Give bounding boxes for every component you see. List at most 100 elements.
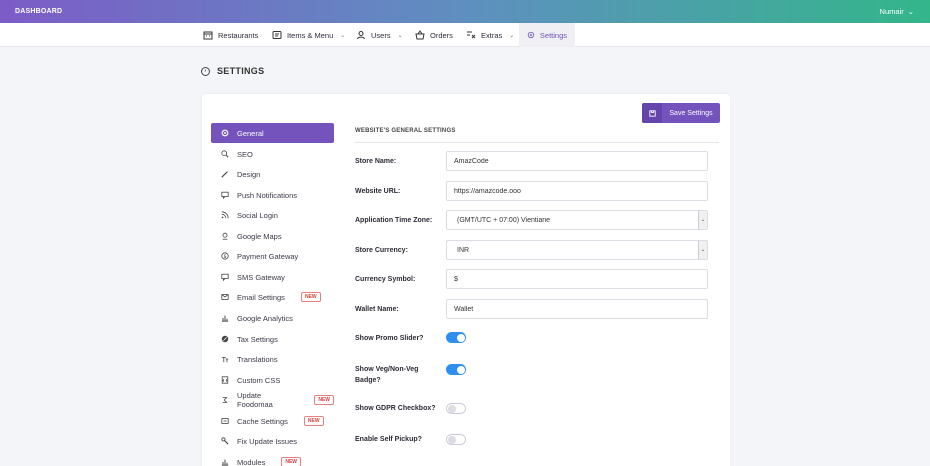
section-title: WEBSITE'S GENERAL SETTINGS bbox=[355, 128, 719, 143]
sidebar-item-update-foodomaa[interactable]: Update Foodomaa NEW bbox=[211, 390, 334, 410]
sidebar-item-social-login[interactable]: Social Login bbox=[211, 205, 334, 225]
nav-extras[interactable]: Extras ⌄ bbox=[466, 23, 514, 47]
store-name-label: Store Name: bbox=[355, 158, 397, 165]
wrench-icon bbox=[221, 437, 229, 445]
nav-orders[interactable]: Orders bbox=[415, 23, 453, 47]
wallet-name-input[interactable] bbox=[446, 299, 708, 319]
message-icon bbox=[221, 191, 229, 199]
page-title-text: SETTINGS bbox=[217, 66, 265, 76]
sidebar-item-label: Push Notifications bbox=[237, 190, 298, 200]
mail-icon bbox=[221, 294, 229, 300]
sidebar-item-payment-gateway[interactable]: $ Payment Gateway bbox=[211, 246, 334, 266]
new-badge: NEW bbox=[314, 395, 334, 405]
nav-settings[interactable]: Settings bbox=[519, 23, 575, 47]
svg-text:$: $ bbox=[224, 254, 227, 260]
sidebar-item-label: Update Foodomaa bbox=[237, 391, 273, 409]
update-icon bbox=[222, 397, 228, 403]
text-icon bbox=[221, 357, 229, 363]
sidebar-item-tax-settings[interactable]: Tax Settings bbox=[211, 329, 334, 349]
veg-badge-toggle[interactable] bbox=[446, 364, 466, 375]
sidebar-item-label: Custom CSS bbox=[237, 375, 281, 385]
sidebar-item-seo[interactable]: SEO bbox=[211, 144, 334, 164]
website-url-label: Website URL: bbox=[355, 188, 401, 195]
sidebar-item-email-settings[interactable]: Email Settings NEW bbox=[211, 287, 334, 307]
dashboard-brand[interactable]: DASHBOARD bbox=[15, 8, 62, 15]
chevron-down-icon: ⌄ bbox=[907, 7, 914, 16]
website-url-input[interactable] bbox=[446, 181, 708, 201]
sidebar-item-sms-gateway[interactable]: SMS Gateway bbox=[211, 267, 334, 287]
nav-items-menu[interactable]: Items & Menu ⌄ bbox=[272, 23, 345, 47]
self-pickup-label: Enable Self Pickup? bbox=[355, 436, 422, 443]
chevron-down-icon: ⌄ bbox=[509, 32, 515, 39]
sidebar-item-cache-settings[interactable]: Cache Settings NEW bbox=[211, 411, 334, 431]
sidebar-item-label: Modules bbox=[237, 457, 266, 466]
gear-icon bbox=[221, 129, 229, 137]
sidebar-item-label: Tax Settings bbox=[237, 334, 278, 344]
dollar-icon: $ bbox=[221, 252, 229, 260]
currency-select[interactable]: INR ⌄ bbox=[446, 240, 708, 260]
user-name: Numair bbox=[879, 7, 904, 16]
rss-icon bbox=[221, 211, 229, 219]
gdpr-toggle[interactable] bbox=[446, 403, 466, 414]
currency-value: INR bbox=[457, 246, 470, 254]
sidebar-item-custom-css[interactable]: Custom CSS bbox=[211, 370, 334, 390]
sidebar-item-label: Cache Settings bbox=[237, 416, 288, 426]
users-icon bbox=[357, 31, 365, 40]
gear-icon bbox=[527, 31, 535, 39]
sidebar-item-google-maps[interactable]: Google Maps bbox=[211, 226, 334, 246]
nav-restaurants[interactable]: Restaurants bbox=[203, 23, 258, 47]
sidebar-item-push-notifications[interactable]: Push Notifications bbox=[211, 185, 334, 205]
sidebar-item-label: SMS Gateway bbox=[237, 272, 285, 282]
cache-icon bbox=[221, 418, 229, 424]
store-name-input[interactable] bbox=[446, 151, 708, 171]
timezone-select[interactable]: (GMT/UTC + 07:00) Vientiane ⌄ bbox=[446, 210, 708, 230]
toggle-knob bbox=[456, 333, 465, 342]
veg-badge-label: Show Veg/Non-Veg Badge? bbox=[355, 366, 419, 384]
sidebar-item-label: Design bbox=[237, 169, 261, 179]
sidebar-item-label: Google Analytics bbox=[237, 313, 293, 323]
toggle-knob bbox=[448, 436, 456, 444]
new-badge: NEW bbox=[303, 416, 324, 426]
promo-slider-toggle[interactable] bbox=[446, 332, 466, 343]
user-menu[interactable]: Numair ⌄ bbox=[880, 7, 914, 16]
nav-label: Orders bbox=[430, 30, 453, 40]
save-settings-button[interactable]: Save Settings bbox=[642, 103, 720, 123]
sidebar-item-label: Google Maps bbox=[237, 231, 282, 241]
currency-symbol-input[interactable] bbox=[446, 269, 708, 289]
currency-label: Store Currency: bbox=[355, 247, 408, 254]
chevron-down-icon: ⌄ bbox=[397, 32, 403, 39]
bar-chart-icon bbox=[221, 459, 229, 466]
select-arrow-icon: ⌄ bbox=[698, 241, 707, 259]
self-pickup-toggle[interactable] bbox=[446, 434, 466, 445]
nav-label: Extras bbox=[481, 30, 503, 40]
nav-label: Items & Menu bbox=[287, 30, 334, 40]
timezone-label: Application Time Zone: bbox=[355, 217, 433, 224]
sidebar-item-label: Fix Update Issues bbox=[237, 436, 298, 446]
sidebar-item-label: SEO bbox=[237, 149, 253, 159]
sidebar-item-translations[interactable]: Translations bbox=[211, 349, 334, 369]
top-bar: DASHBOARD Numair ⌄ bbox=[0, 0, 930, 23]
sidebar-item-label: Email Settings bbox=[237, 292, 285, 302]
nav-users[interactable]: Users ⌄ bbox=[356, 23, 403, 47]
gdpr-label: Show GDPR Checkbox? bbox=[355, 405, 436, 412]
new-badge: NEW bbox=[300, 292, 321, 302]
sidebar-item-fix-update-issues[interactable]: Fix Update Issues bbox=[211, 431, 334, 451]
brush-icon bbox=[221, 171, 228, 178]
menu-icon bbox=[272, 31, 282, 39]
sidebar-item-design[interactable]: Design bbox=[211, 164, 334, 184]
sidebar-item-general[interactable]: General bbox=[211, 123, 334, 143]
sidebar-item-google-analytics[interactable]: Google Analytics bbox=[211, 308, 334, 328]
code-file-icon bbox=[221, 376, 229, 384]
wallet-name-label: Wallet Name: bbox=[355, 306, 399, 313]
sidebar-item-modules[interactable]: Modules NEW bbox=[211, 452, 334, 466]
timezone-value: (GMT/UTC + 07:00) Vientiane bbox=[457, 216, 551, 224]
select-arrow-icon: ⌄ bbox=[698, 211, 707, 229]
tax-icon bbox=[221, 335, 229, 343]
promo-slider-label: Show Promo Slider? bbox=[355, 335, 424, 342]
search-icon bbox=[221, 150, 229, 158]
sidebar-item-label: General bbox=[237, 128, 264, 138]
page-title: › SETTINGS bbox=[201, 66, 264, 76]
currency-symbol-label: Currency Symbol: bbox=[355, 276, 416, 283]
message-icon bbox=[221, 273, 229, 281]
store-icon bbox=[203, 31, 213, 40]
